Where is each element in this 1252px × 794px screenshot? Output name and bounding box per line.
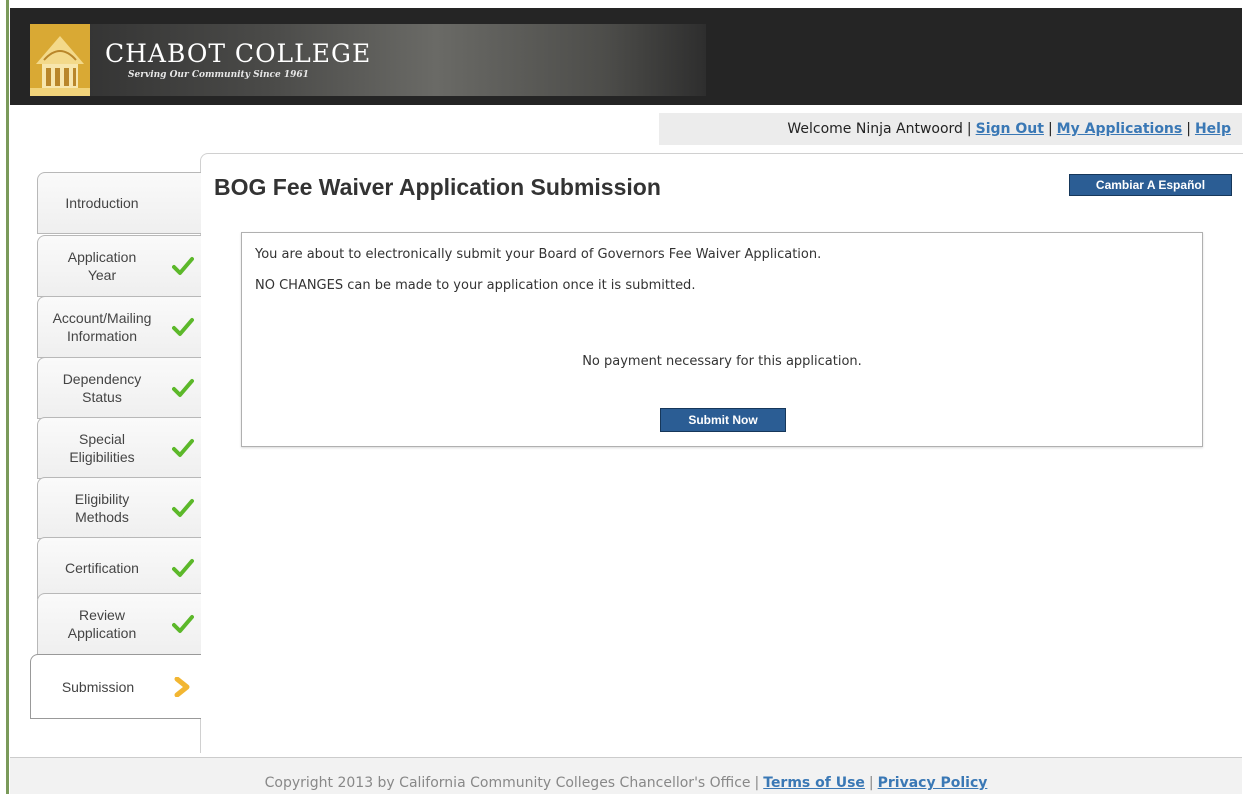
step-certification[interactable]: Certification: [37, 537, 201, 599]
step-dependency-status[interactable]: Dependency Status: [37, 357, 201, 419]
step-label: Application Year: [67, 249, 137, 283]
step-introduction[interactable]: Introduction: [37, 172, 201, 234]
step-application-year[interactable]: Application Year: [37, 235, 201, 297]
step-label: Account/Mailing Information: [52, 310, 152, 344]
separator: |: [868, 775, 874, 791]
my-applications-link[interactable]: My Applications: [1057, 121, 1183, 137]
window-top-strip: [10, 0, 1252, 8]
step-label: Special Eligibilities: [69, 431, 135, 465]
submit-warning-text: You are about to electronically submit y…: [255, 247, 822, 262]
page-footer: Copyright 2013 by California Community C…: [10, 757, 1242, 794]
help-link[interactable]: Help: [1195, 121, 1231, 137]
step-label: Dependency Status: [62, 371, 142, 405]
site-header: CHABOT COLLEGE Serving Our Community Sin…: [10, 8, 1242, 105]
privacy-policy-link[interactable]: Privacy Policy: [878, 775, 988, 791]
step-label: Introduction: [65, 195, 139, 211]
payment-note: No payment necessary for this applicatio…: [582, 354, 862, 369]
step-submission[interactable]: Submission: [30, 654, 201, 719]
step-review-application[interactable]: Review Application: [37, 593, 201, 655]
checkmark-icon: [172, 257, 194, 275]
welcome-text: Welcome Ninja Antwoord: [787, 121, 963, 137]
chabot-building-logo-icon: [30, 24, 90, 96]
language-toggle-button[interactable]: Cambiar A Español: [1069, 174, 1232, 196]
separator: |: [966, 121, 972, 137]
step-label: Certification: [65, 560, 139, 576]
checkmark-icon: [172, 615, 194, 633]
checkmark-icon: [172, 318, 194, 336]
no-changes-text: NO CHANGES can be made to your applicati…: [255, 278, 696, 293]
separator: |: [1047, 121, 1053, 137]
step-special-eligibilities[interactable]: Special Eligibilities: [37, 417, 201, 479]
college-name: CHABOT COLLEGE: [105, 39, 372, 68]
sign-out-link[interactable]: Sign Out: [976, 121, 1044, 137]
chevron-right-icon: [174, 676, 190, 697]
user-bar: Welcome Ninja Antwoord | Sign Out | My Appli…: [659, 113, 1242, 145]
page-title: BOG Fee Waiver Application Submission: [214, 174, 661, 200]
copyright-text: Copyright 2013 by California Community C…: [264, 775, 751, 791]
submission-panel: You are about to electronically submit y…: [241, 232, 1203, 447]
step-account-mailing-information[interactable]: Account/Mailing Information: [37, 296, 201, 358]
checkmark-icon: [172, 499, 194, 517]
step-label: Review Application: [67, 607, 137, 641]
college-tagline: Serving Our Community Since 1961: [128, 70, 309, 80]
checkmark-icon: [172, 439, 194, 457]
step-eligibility-methods[interactable]: Eligibility Methods: [37, 477, 201, 539]
terms-of-use-link[interactable]: Terms of Use: [763, 775, 865, 791]
checkmark-icon: [172, 379, 194, 397]
step-label: Eligibility Methods: [74, 491, 130, 525]
submit-now-button[interactable]: Submit Now: [660, 408, 786, 432]
separator: |: [754, 775, 760, 791]
step-label: Submission: [61, 678, 135, 695]
separator: |: [1186, 121, 1191, 137]
window-left-edge: [0, 0, 10, 794]
checkmark-icon: [172, 559, 194, 577]
